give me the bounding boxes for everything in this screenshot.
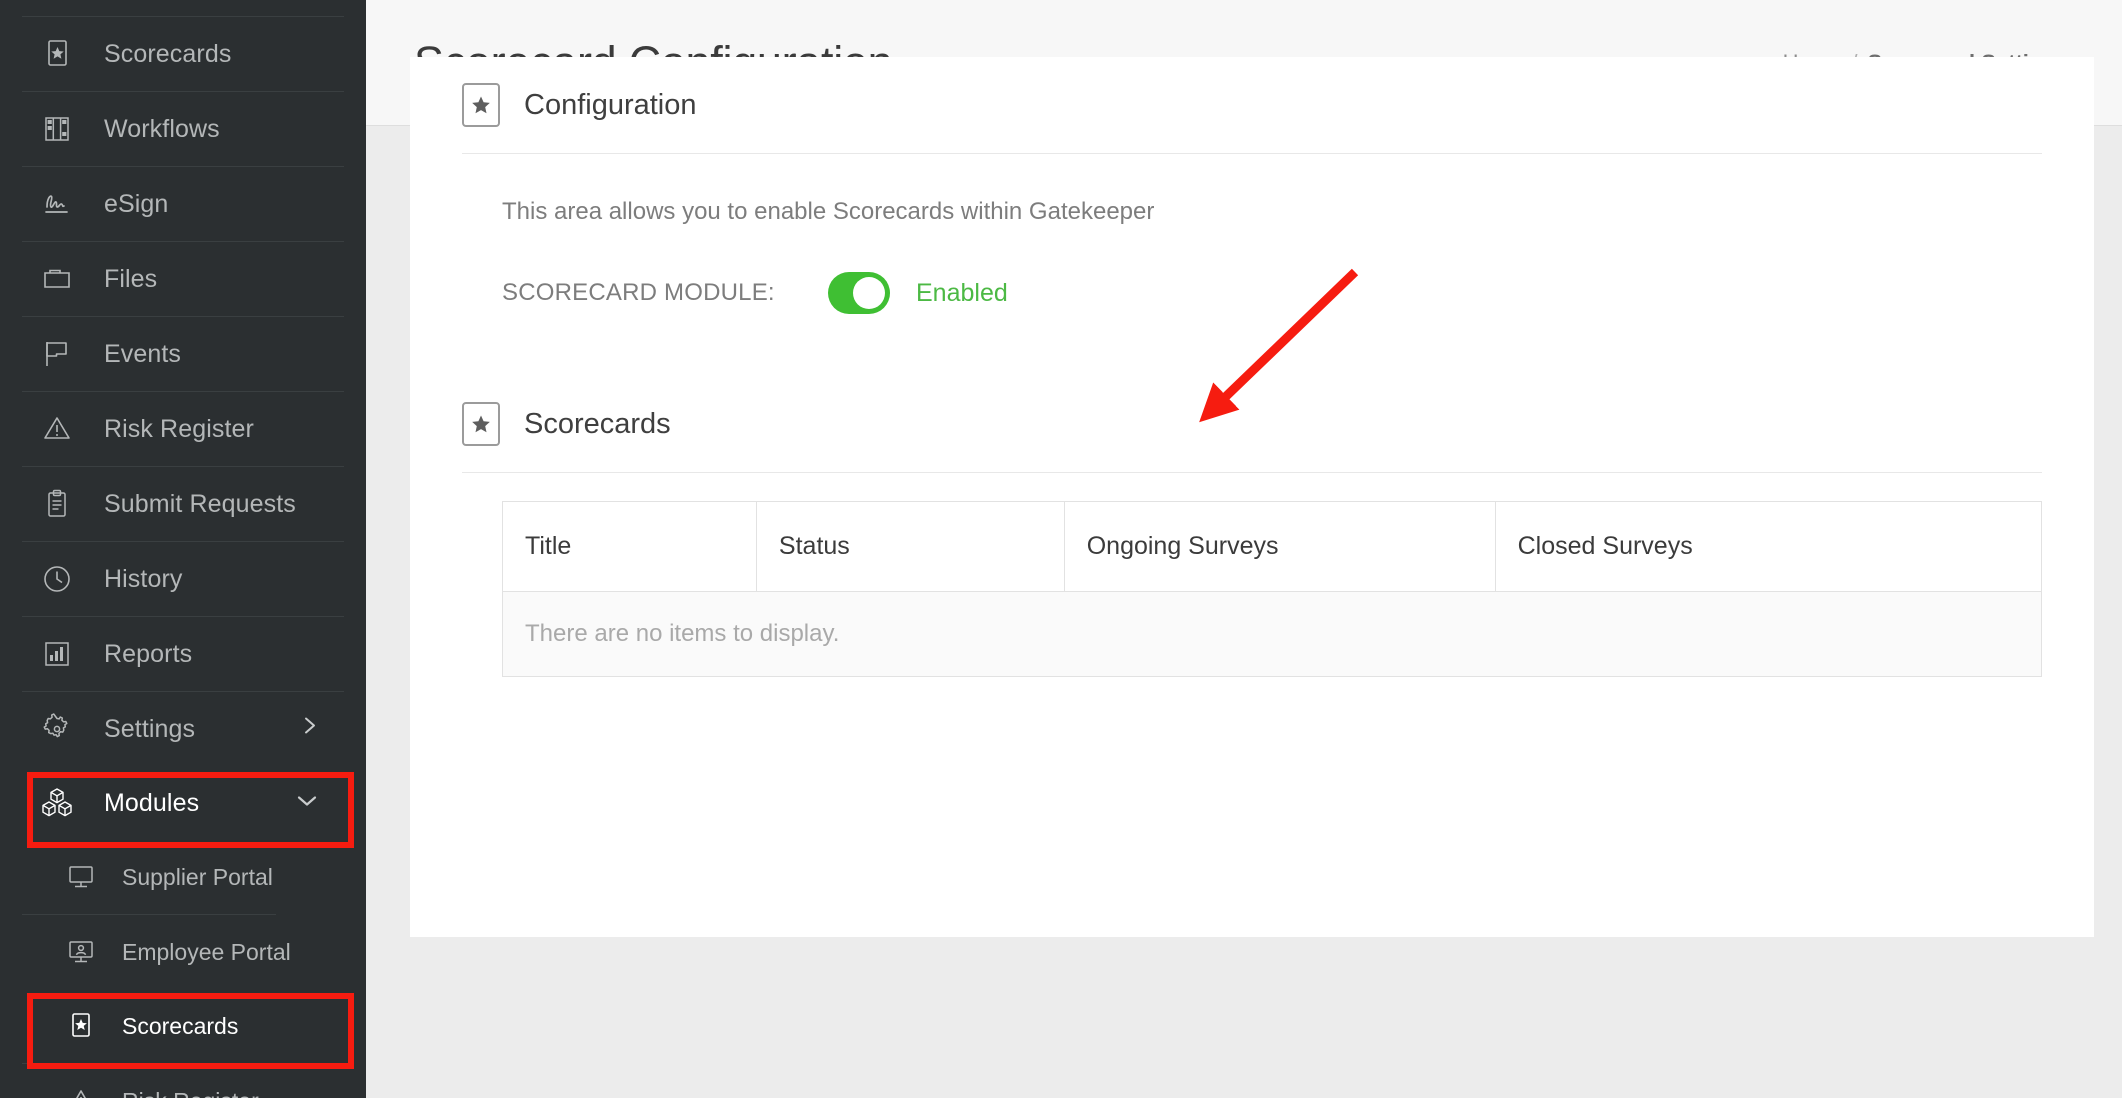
sidebar-item-label: Reports: [104, 639, 193, 668]
clipboard-icon: [36, 483, 78, 525]
sidebar-item-label: Settings: [104, 714, 196, 743]
sidebar-item-label: Events: [104, 339, 182, 368]
sidebar-item-submit-requests[interactable]: Submit Requests: [0, 467, 366, 541]
sidebar-item-label: Modules: [104, 788, 200, 817]
column-header-title[interactable]: Title: [502, 501, 757, 592]
workflow-grid-icon: [36, 108, 78, 150]
scorecard-module-label: SCORECARD MODULE:: [502, 279, 775, 306]
cubes-icon: [36, 782, 78, 824]
sidebar-item-files[interactable]: Files: [0, 242, 366, 316]
sidebar-subitem-scorecards[interactable]: Scorecards: [0, 989, 366, 1063]
bar-chart-icon: [36, 633, 78, 675]
warning-triangle-icon: [36, 408, 78, 450]
sidebar-subitem-label: Scorecards: [122, 1012, 239, 1039]
toggle-state-label: Enabled: [916, 278, 1008, 307]
table-body: There are no items to display.: [502, 591, 2042, 677]
scorecards-section: Scorecards: [410, 376, 2094, 473]
sidebar-item-label: Risk Register: [104, 414, 254, 443]
sidebar-item-label: eSign: [104, 189, 169, 218]
sidebar-scroll-container: Entities Scorecards: [0, 0, 366, 1098]
scorecards-section-title: Scorecards: [524, 407, 671, 440]
sidebar-subitem-label: Risk Register: [122, 1088, 259, 1098]
settings-card: Configuration This area allows you to en…: [410, 57, 2094, 937]
scorecard-module-toggle[interactable]: [828, 272, 890, 314]
folder-icon: [36, 258, 78, 300]
clock-icon: [36, 558, 78, 600]
sidebar-subitem-label: Supplier Portal: [122, 863, 273, 890]
sidebar-subitem-employee-portal[interactable]: Employee Portal: [0, 915, 366, 989]
configuration-body: This area allows you to enable Scorecard…: [462, 154, 2042, 314]
sidebar-subitem-risk-register[interactable]: Risk Register: [0, 1064, 366, 1098]
monitor-person-icon: [62, 933, 100, 971]
main-content: Scorecard Configuration Home / Scorecard…: [366, 0, 2122, 1098]
sidebar-subitem-supplier-portal[interactable]: Supplier Portal: [0, 840, 366, 914]
scorecards-table: Title Status Ongoing Surveys Closed Surv…: [502, 501, 2043, 677]
sidebar-item-settings[interactable]: Settings: [0, 692, 366, 766]
scorecard-star-icon: [62, 1007, 100, 1045]
sidebar-item-entities[interactable]: Entities: [0, 0, 366, 16]
sidebar-item-label: Submit Requests: [104, 489, 296, 518]
gear-icon: [36, 708, 78, 750]
scorecard-star-icon: [462, 83, 500, 127]
scorecards-table-wrapper: Title Status Ongoing Surveys Closed Surv…: [410, 501, 2094, 677]
sidebar-item-workflows[interactable]: Workflows: [0, 92, 366, 166]
table-header-row: Title Status Ongoing Surveys Closed Surv…: [502, 501, 2043, 592]
toggle-knob: [853, 277, 885, 309]
section-rule: [462, 472, 2042, 473]
sidebar-item-scorecards[interactable]: Scorecards: [0, 17, 366, 91]
sidebar-item-esign[interactable]: eSign: [0, 167, 366, 241]
column-header-closed-surveys[interactable]: Closed Surveys: [1494, 501, 2043, 592]
configuration-section-header: Configuration: [462, 57, 2042, 153]
monitor-icon: [62, 858, 100, 896]
column-header-status[interactable]: Status: [755, 501, 1065, 592]
column-header-ongoing-surveys[interactable]: Ongoing Surveys: [1063, 501, 1496, 592]
configuration-section: Configuration This area allows you to en…: [410, 57, 2094, 314]
sidebar-item-events[interactable]: Events: [0, 317, 366, 391]
sidebar-item-history[interactable]: History: [0, 542, 366, 616]
sidebar-item-label: Workflows: [104, 114, 220, 143]
sidebar-item-label: Scorecards: [104, 39, 232, 68]
scorecards-section-header: Scorecards: [462, 376, 2042, 472]
configuration-section-title: Configuration: [524, 88, 697, 121]
sidebar-subitem-label: Employee Portal: [122, 938, 291, 965]
app-root: Entities Scorecards: [0, 0, 2122, 1098]
configuration-description: This area allows you to enable Scorecard…: [502, 198, 1155, 225]
sidebar: Entities Scorecards: [0, 0, 366, 1098]
sidebar-item-label: History: [104, 564, 183, 593]
sidebar-item-reports[interactable]: Reports: [0, 617, 366, 691]
table-empty-row: There are no items to display.: [502, 591, 2042, 677]
sidebar-item-risk-register[interactable]: Risk Register: [0, 392, 366, 466]
warning-triangle-icon: [62, 1082, 100, 1098]
scorecard-star-icon: [462, 402, 500, 446]
flag-icon: [36, 333, 78, 375]
sidebar-item-modules[interactable]: Modules: [0, 766, 366, 840]
table-empty-message: There are no items to display.: [502, 591, 2042, 677]
sidebar-item-label: Files: [104, 264, 158, 293]
signature-icon: [36, 183, 78, 225]
scorecard-module-field: SCORECARD MODULE: Enabled: [462, 272, 2042, 314]
table-header: Title Status Ongoing Surveys Closed Surv…: [502, 501, 2043, 592]
chevron-down-icon[interactable]: [294, 789, 320, 818]
chevron-right-icon: [300, 714, 320, 745]
scorecard-star-icon: [36, 33, 78, 75]
